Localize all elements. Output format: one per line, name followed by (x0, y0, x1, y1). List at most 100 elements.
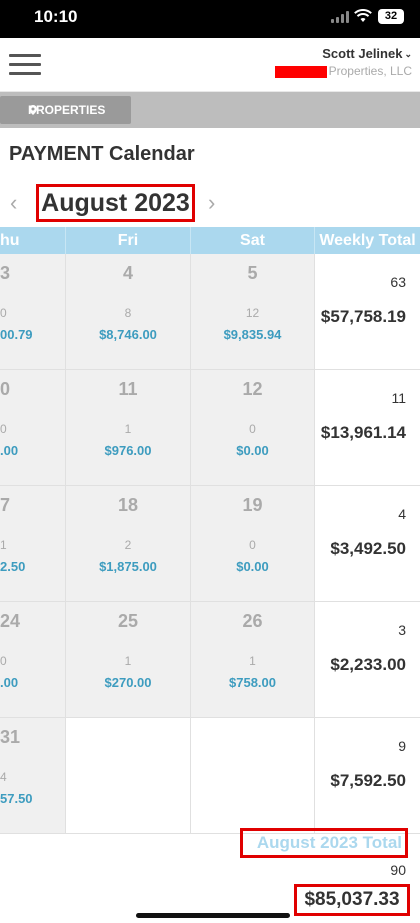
payment-amount: 57.50 (0, 791, 33, 806)
calendar-week-row: 7 1 2.50 18 2 $1,875.00 19 0 $0.00 4 $3,… (0, 486, 420, 602)
properties-bar: PROPERTIES (0, 92, 420, 128)
payment-amount: $1,875.00 (99, 559, 157, 574)
empty-day-cell (66, 718, 191, 834)
user-name: Scott Jelinek (322, 46, 403, 61)
calendar-week-row: 0 0 .00 11 1 $976.00 12 0 $0.00 11 $13,9… (0, 370, 420, 486)
day-number: 25 (117, 611, 139, 631)
page-title: PAYMENT Calendar (9, 143, 195, 165)
map-pin-icon (29, 105, 37, 115)
payment-amount: .00 (0, 675, 19, 690)
day-cell[interactable]: 18 2 $1,875.00 (66, 486, 191, 602)
calendar-week-row: 31 4 57.50 9 $7,592.50 (0, 718, 420, 834)
day-number: 3 (0, 263, 11, 283)
payment-count: 2 (124, 538, 132, 552)
properties-button[interactable]: PROPERTIES (0, 96, 131, 124)
day-number: 24 (0, 611, 21, 631)
weekly-amount: $7,592.50 (330, 771, 406, 790)
day-number: 12 (242, 379, 263, 399)
payment-amount: 2.50 (0, 559, 26, 574)
day-cell[interactable]: 0 0 .00 (0, 370, 66, 486)
weekly-total-cell: 9 $7,592.50 (315, 718, 420, 834)
weekly-total-cell: 11 $13,961.14 (315, 370, 420, 486)
month-label: August 2023 (36, 184, 195, 222)
chevron-down-icon: ⌄ (404, 49, 412, 60)
payment-amount: $0.00 (236, 443, 269, 458)
day-cell[interactable]: 12 0 $0.00 (191, 370, 315, 486)
previous-month-icon[interactable]: ‹ (10, 190, 17, 216)
column-header-fri: Fri (66, 227, 191, 254)
day-number: 7 (0, 495, 11, 515)
day-cell[interactable]: 24 0 .00 (0, 602, 66, 718)
payment-count: 8 (124, 306, 132, 320)
payment-count: 1 (249, 654, 256, 668)
calendar-week-row: 24 0 .00 25 1 $270.00 26 1 $758.00 3 $2,… (0, 602, 420, 718)
day-cell[interactable]: 5 12 $9,835.94 (191, 254, 315, 370)
day-cell[interactable]: 3 0 00.79 (0, 254, 66, 370)
day-cell[interactable]: 11 1 $976.00 (66, 370, 191, 486)
day-number: 26 (242, 611, 263, 631)
day-number: 31 (0, 727, 21, 747)
app-header: Scott Jelinek ⌄ Properties, LLC (0, 38, 420, 92)
weekly-amount: $13,961.14 (320, 423, 406, 442)
company-name: Properties, LLC (274, 64, 412, 78)
column-header-thu: hu (0, 227, 66, 254)
payment-amount: $976.00 (104, 443, 152, 458)
payment-count: 1 (0, 538, 7, 552)
month-navigation: ‹ August 2023 › (0, 183, 420, 225)
payment-count: 0 (249, 422, 256, 436)
payment-count: 0 (0, 306, 7, 320)
payment-amount: $8,746.00 (99, 327, 157, 342)
day-cell[interactable]: 4 8 $8,746.00 (66, 254, 191, 370)
status-time: 10:10 (34, 7, 78, 26)
weekly-amount: $3,492.50 (330, 539, 406, 558)
weekly-total-cell: 4 $3,492.50 (315, 486, 420, 602)
day-number: 4 (122, 263, 133, 283)
day-number: 18 (117, 495, 139, 515)
redacted-text (274, 65, 327, 78)
weekly-amount: $2,233.00 (330, 655, 406, 674)
payment-amount: $270.00 (104, 675, 152, 690)
day-number: 5 (247, 263, 258, 283)
weekly-count: 63 (390, 274, 406, 290)
wifi-icon (354, 9, 372, 22)
payment-count: 0 (0, 654, 7, 668)
day-number: 19 (242, 495, 263, 515)
payment-count: 12 (245, 306, 260, 320)
column-header-weekly-total: Weekly Total (319, 232, 416, 249)
next-month-icon[interactable]: › (208, 190, 215, 216)
payment-amount: $0.00 (236, 559, 269, 574)
weekly-amount: $57,758.19 (320, 307, 406, 326)
user-menu[interactable]: Scott Jelinek ⌄ (322, 46, 412, 61)
empty-day-cell (191, 718, 315, 834)
payment-count: 0 (249, 538, 256, 552)
calendar-week-row: 3 0 00.79 4 8 $8,746.00 5 12 $9,835.94 6… (0, 254, 420, 370)
day-cell[interactable]: 19 0 $0.00 (191, 486, 315, 602)
day-number: 0 (0, 379, 11, 399)
home-indicator[interactable] (136, 913, 290, 918)
day-cell[interactable]: 7 1 2.50 (0, 486, 66, 602)
properties-label: PROPERTIES (28, 103, 106, 117)
payment-amount: .00 (0, 443, 19, 458)
weekly-count: 11 (391, 390, 406, 406)
status-bar: 10:10 32 (0, 0, 420, 38)
payment-count: 0 (0, 422, 7, 436)
calendar-header: hu Fri Sat Weekly Total (0, 227, 420, 254)
payment-count: 1 (124, 422, 132, 436)
payment-amount: 00.79 (0, 327, 33, 342)
weekly-total-cell: 3 $2,233.00 (315, 602, 420, 718)
payment-count: 1 (124, 654, 132, 668)
weekly-count: 9 (398, 738, 406, 754)
company-suffix: Properties, LLC (328, 64, 412, 78)
day-number: 11 (118, 379, 138, 399)
day-cell[interactable]: 31 4 57.50 (0, 718, 66, 834)
month-total-label: August 2023 Total (240, 828, 408, 858)
hamburger-menu-icon[interactable] (9, 54, 41, 76)
day-cell[interactable]: 25 1 $270.00 (66, 602, 191, 718)
weekly-total-cell: 63 $57,758.19 (315, 254, 420, 370)
day-cell[interactable]: 26 1 $758.00 (191, 602, 315, 718)
month-total-amount: $85,037.33 (294, 884, 410, 916)
payment-count: 4 (0, 770, 7, 784)
payment-amount: $758.00 (229, 675, 276, 690)
battery-icon: 32 (378, 9, 404, 24)
cellular-signal-icon (331, 11, 349, 23)
